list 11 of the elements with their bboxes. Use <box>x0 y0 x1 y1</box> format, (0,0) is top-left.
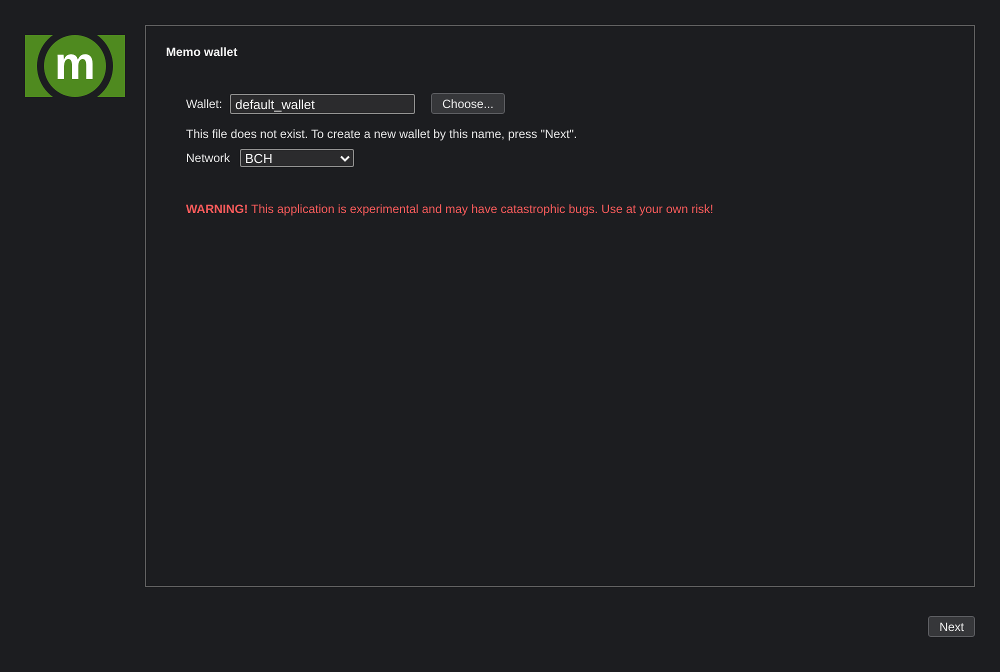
choose-button[interactable]: Choose... <box>431 93 505 114</box>
network-select[interactable]: BCH <box>240 149 354 167</box>
panel-title: Memo wallet <box>166 45 238 60</box>
logo: m <box>25 35 125 97</box>
network-label: Network <box>186 151 230 165</box>
wallet-label: Wallet: <box>186 96 222 110</box>
next-button[interactable]: Next <box>928 616 975 637</box>
warning-text: WARNING! This application is experimental and may have catastrophic bugs. Use at your own risk! <box>186 202 714 216</box>
wallet-input[interactable]: default_wallet <box>230 94 416 114</box>
notice-text: This file does not exist. To create a new wallet by this name, press "Next". <box>186 127 578 141</box>
chevron-icon <box>340 154 350 162</box>
